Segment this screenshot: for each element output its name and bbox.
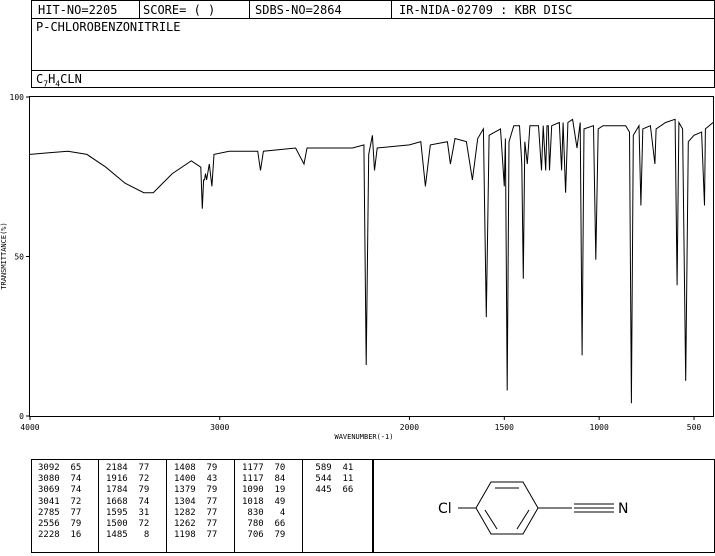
- benzene-ring: [475, 481, 539, 535]
- ir-spectrum-chart: TRANSMITTANCE(%) WAVENUMBER(-1) 4000 3000…: [0, 93, 714, 441]
- spectrum-line: [29, 118, 714, 404]
- peak-table: 3092 65 3080 74 3069 74 3041 72 2785 77 …: [31, 459, 373, 553]
- structure-box: Cl N: [373, 459, 715, 553]
- chlorine-label: Cl: [438, 501, 452, 517]
- structure-diagram: Cl N: [438, 481, 628, 535]
- x-tick-label-4000: 4000: [20, 423, 39, 432]
- x-tick-label-1500: 1500: [495, 423, 514, 432]
- peak-column: 3092 65 3080 74 3069 74 3041 72 2785 77 …: [38, 463, 82, 541]
- peak-column: 1177 70 1117 84 1090 19 1018 49 830 4 78…: [242, 463, 286, 541]
- peak-column: 1408 79 1400 43 1379 79 1304 77 1282 77 …: [174, 463, 218, 541]
- x-tick-label-3000: 3000: [210, 423, 229, 432]
- nitrogen-label: N: [618, 501, 628, 517]
- plot-frame: [29, 96, 714, 417]
- x-tick-label-1000: 1000: [590, 423, 609, 432]
- x-tick-label-500: 500: [687, 423, 702, 432]
- y-tick-label-0: 0: [19, 412, 24, 421]
- y-tick-label-100: 100: [10, 93, 25, 102]
- y-tick-label-50: 50: [14, 253, 24, 262]
- peak-column: 589 41 544 11 445 66: [315, 463, 354, 496]
- x-tick-label-2000: 2000: [400, 423, 419, 432]
- y-axis-label: TRANSMITTANCE(%): [0, 222, 8, 289]
- x-axis-label: WAVENUMBER(-1): [334, 433, 393, 441]
- peak-column: 2184 77 1916 72 1784 79 1668 74 1595 31 …: [106, 463, 150, 541]
